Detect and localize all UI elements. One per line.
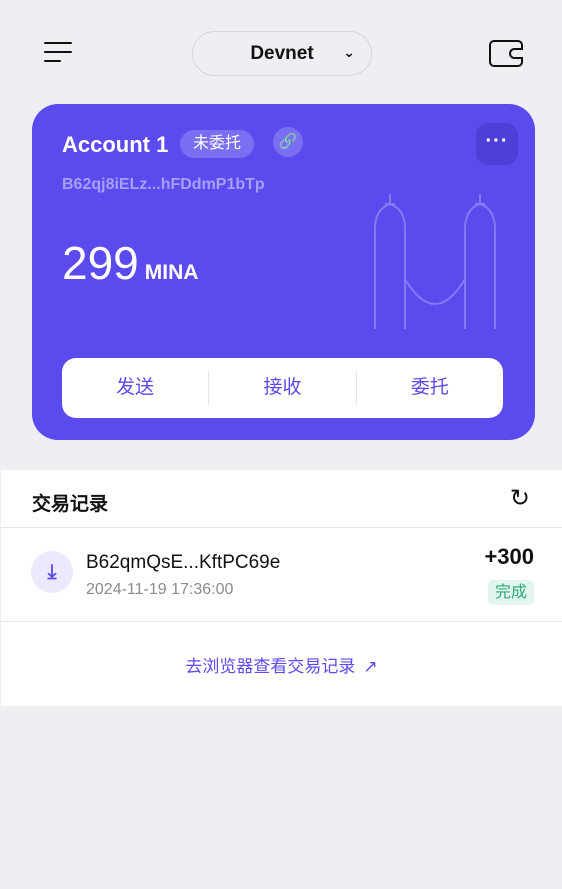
chevron-down-icon: ⌄ — [343, 44, 355, 60]
decorative-graphic — [374, 194, 496, 329]
link-icon[interactable]: 🔗 — [273, 127, 303, 157]
header: Devnet ⌄ — [0, 0, 562, 100]
network-label: Devnet — [250, 42, 314, 64]
account-name: Account 1 — [62, 132, 169, 157]
wallet-icon[interactable] — [489, 40, 523, 67]
menu-icon[interactable] — [44, 42, 74, 66]
account-card: Account 1 未委托 🔗 ··· B62qj8iELz...hFDdmP1… — [32, 104, 535, 440]
network-selector[interactable]: Devnet ⌄ — [192, 31, 372, 76]
account-address[interactable]: B62qj8iELz...hFDdmP1bTp — [62, 176, 265, 194]
refresh-icon[interactable]: ↻ — [510, 484, 530, 513]
view-in-explorer-label: 去浏览器查看交易记录 — [185, 657, 356, 676]
view-in-explorer-link[interactable]: 去浏览器查看交易记录 ↗ — [1, 622, 562, 677]
delegation-status-badge: 未委托 — [180, 130, 255, 158]
receive-download-icon: ⤓ — [31, 551, 73, 593]
balance: 299 MINA — [62, 236, 198, 290]
transactions-panel: 交易记录 ↻ ⤓ B62qmQsE...KftPC69e 2024-11-19 … — [1, 470, 562, 706]
external-link-icon: ↗ — [363, 657, 378, 676]
transaction-address: B62qmQsE...KftPC69e — [86, 552, 281, 573]
balance-unit: MINA — [144, 261, 199, 284]
transaction-amount: +300 — [484, 544, 534, 569]
action-bar: 发送 接收 委托 — [62, 358, 503, 418]
transactions-title: 交易记录 — [32, 494, 109, 515]
more-options-button[interactable]: ··· — [476, 123, 518, 165]
transaction-row[interactable]: ⤓ B62qmQsE...KftPC69e 2024-11-19 17:36:0… — [1, 528, 562, 622]
transaction-time: 2024-11-19 17:36:00 — [86, 581, 234, 598]
balance-amount: 299 — [62, 237, 139, 289]
receive-button[interactable]: 接收 — [209, 371, 357, 405]
send-button[interactable]: 发送 — [62, 371, 210, 405]
transaction-status-badge: 完成 — [487, 580, 534, 605]
delegate-button[interactable]: 委托 — [357, 371, 503, 405]
